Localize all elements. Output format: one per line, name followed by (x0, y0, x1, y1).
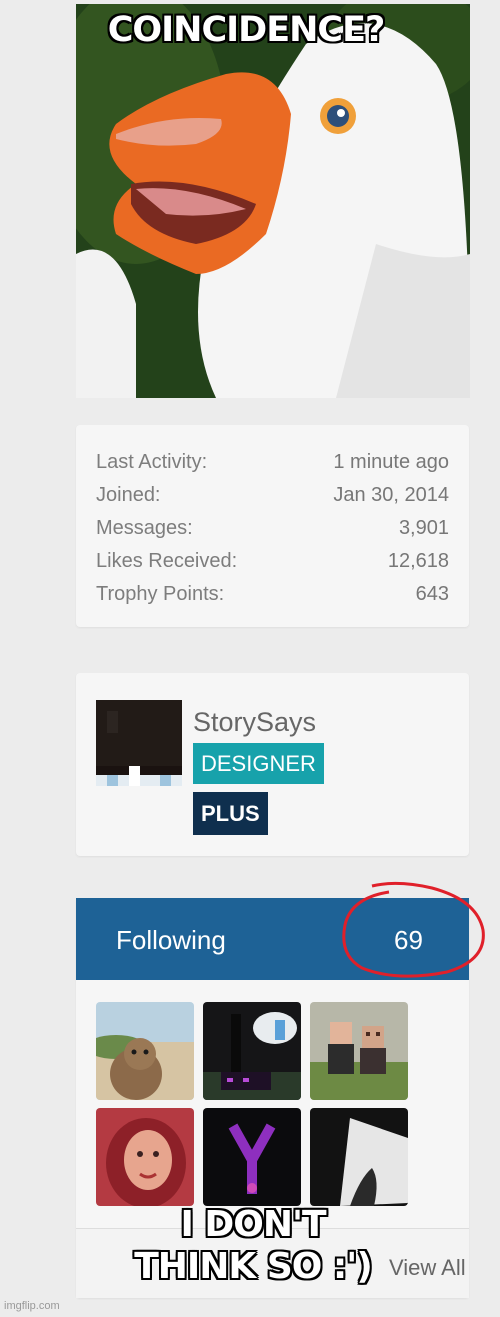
profile-avatar-image (76, 4, 470, 398)
stat-label: Joined: (96, 484, 161, 506)
designer-badge: DESIGNER (193, 743, 324, 784)
followed-user-avatar[interactable] (96, 1002, 194, 1100)
enderman-artwork (203, 1002, 301, 1100)
stat-value[interactable]: 3,901 (399, 515, 449, 548)
followed-user-avatar[interactable] (203, 1002, 301, 1100)
following-count: 69 (394, 925, 423, 955)
followed-user-avatar[interactable] (310, 1002, 408, 1100)
followed-user-avatar[interactable] (96, 1108, 194, 1206)
stat-value: 1 minute ago (333, 451, 449, 473)
user-profile-card: StorySays DESIGNER PLUS (76, 673, 469, 856)
stat-label: Likes Received: (96, 550, 238, 572)
member-stats-card: Last Activity: 1 minute ago Joined: Jan … (76, 425, 469, 627)
stat-label: Messages: (96, 517, 193, 539)
stat-row-trophy-points: Trophy Points: 643 (96, 581, 449, 614)
username-link[interactable]: StorySays (193, 707, 316, 738)
stat-value: Jan 30, 2014 (333, 484, 449, 506)
stat-label: Trophy Points: (96, 583, 225, 605)
minecraft-avatar[interactable] (96, 700, 182, 786)
stat-value[interactable]: 643 (416, 581, 449, 614)
stat-value: 12,618 (387, 550, 449, 572)
stat-label: Last Activity: (96, 451, 208, 473)
followed-user-avatar[interactable] (310, 1108, 408, 1206)
view-all-link[interactable]: View All (389, 1255, 466, 1281)
stat-row-likes-received: Likes Received: 12,618 (96, 548, 449, 581)
shadow-artwork (310, 1108, 408, 1206)
plus-badge: PLUS (193, 792, 268, 835)
goose-image (76, 4, 470, 398)
following-header[interactable]: Following 69 (76, 898, 469, 980)
minecraft-characters-artwork (310, 1002, 408, 1100)
stat-row-last-activity: Last Activity: 1 minute ago (96, 449, 449, 482)
imgflip-watermark: imgflip.com (4, 1300, 60, 1312)
meme-bottom-caption: I DON'T THINK SO :') (134, 1204, 373, 1287)
stat-row-messages: Messages: 3,901 (96, 515, 449, 548)
meme-top-caption: COINCIDENCE? (107, 10, 386, 50)
followed-user-avatar[interactable] (203, 1108, 301, 1206)
neon-y-logo (203, 1108, 301, 1206)
quokka-photo (96, 1002, 194, 1100)
following-label: Following (116, 925, 226, 955)
portrait-photo (96, 1108, 194, 1206)
stat-row-joined: Joined: Jan 30, 2014 (96, 482, 449, 515)
